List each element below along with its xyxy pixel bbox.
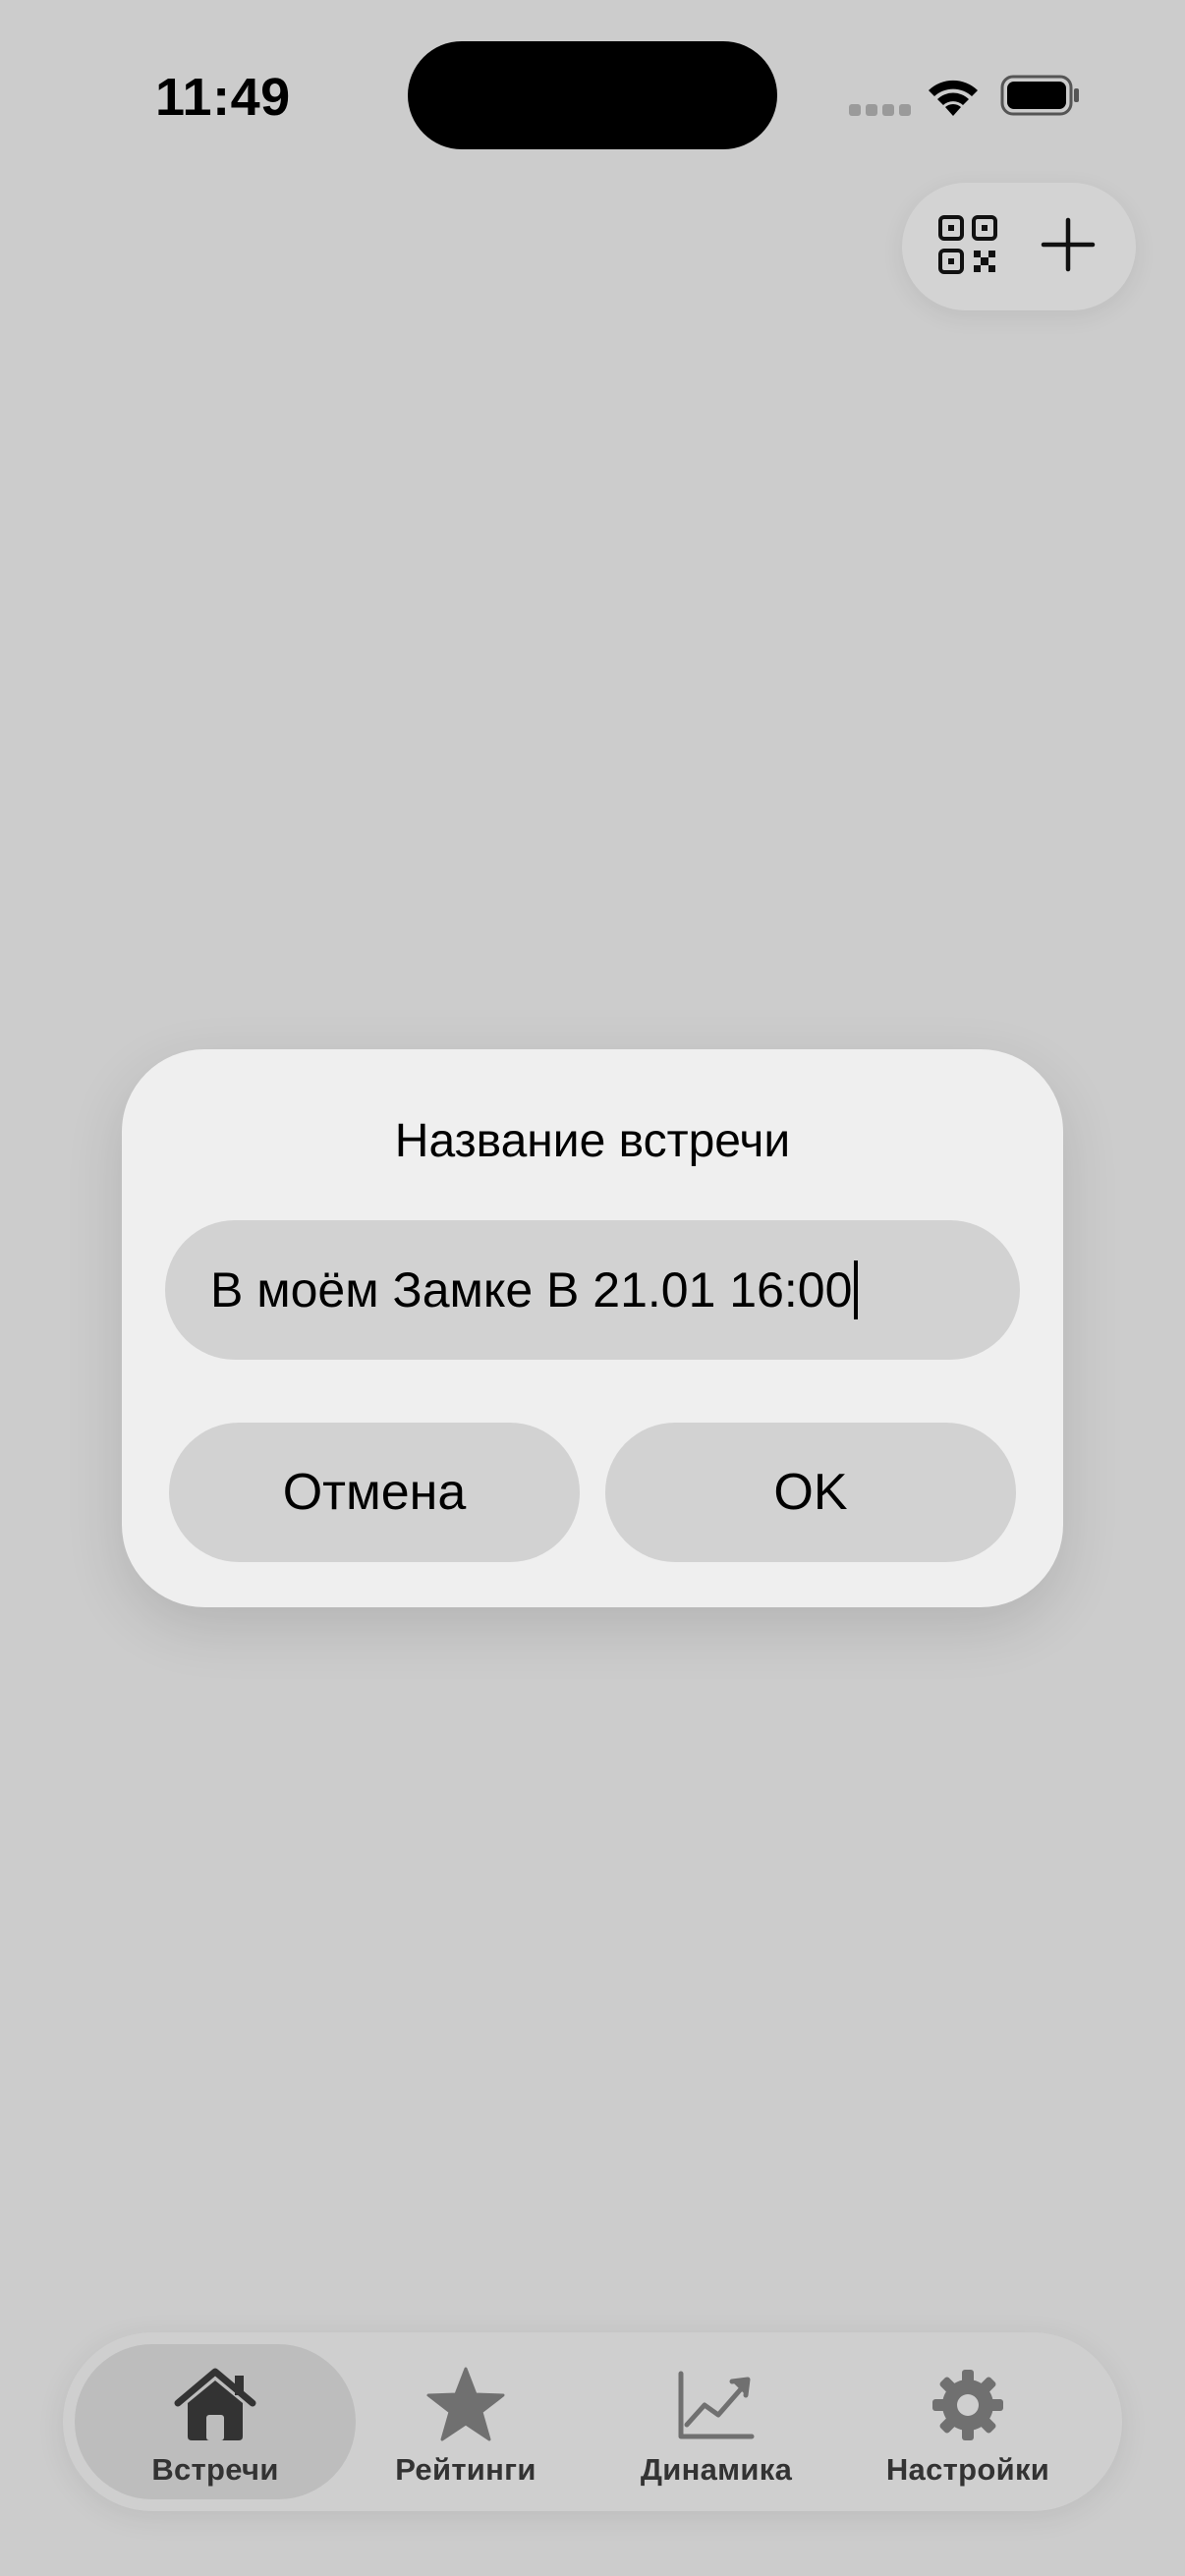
tab-settings[interactable]: Настройки bbox=[840, 2366, 1096, 2493]
tab-settings-label: Настройки bbox=[885, 2452, 1050, 2487]
dynamic-island bbox=[408, 41, 777, 149]
top-actions-group bbox=[902, 183, 1136, 310]
tab-meetings[interactable]: Встречи bbox=[87, 2366, 343, 2493]
battery-icon bbox=[1000, 75, 1081, 121]
meeting-name-input-value: В моём Замке В 21.01 16:00 bbox=[210, 1262, 853, 1317]
tab-dynamics-label: Динамика bbox=[640, 2452, 793, 2487]
ok-button[interactable]: OK bbox=[605, 1423, 1016, 1562]
meeting-name-dialog: Название встречи В моём Замке В 21.01 16… bbox=[122, 1049, 1063, 1607]
add-meeting-button[interactable] bbox=[1024, 204, 1112, 289]
gear-icon bbox=[931, 2366, 1005, 2444]
qr-code-button[interactable] bbox=[924, 204, 1012, 289]
house-icon bbox=[174, 2366, 256, 2444]
tab-bar: Встречи Рейтинги Динамика Настройки bbox=[63, 2332, 1122, 2511]
qr-code-icon bbox=[937, 214, 998, 280]
cancel-button[interactable]: Отмена bbox=[169, 1423, 580, 1562]
chart-line-icon bbox=[677, 2366, 756, 2444]
tab-ratings[interactable]: Рейтинги bbox=[338, 2366, 593, 2493]
wifi-icon bbox=[924, 73, 983, 123]
status-time: 11:49 bbox=[155, 68, 291, 127]
text-cursor bbox=[854, 1260, 859, 1319]
tab-meetings-label: Встречи bbox=[151, 2452, 279, 2487]
meeting-name-input[interactable]: В моём Замке В 21.01 16:00 bbox=[165, 1220, 1020, 1360]
star-icon bbox=[425, 2366, 506, 2444]
dialog-title: Название встречи bbox=[394, 1115, 791, 1167]
cellular-signal-icon bbox=[849, 104, 911, 116]
plus-icon bbox=[1041, 217, 1096, 277]
tab-dynamics[interactable]: Динамика bbox=[589, 2366, 844, 2493]
tab-ratings-label: Рейтинги bbox=[395, 2452, 536, 2487]
